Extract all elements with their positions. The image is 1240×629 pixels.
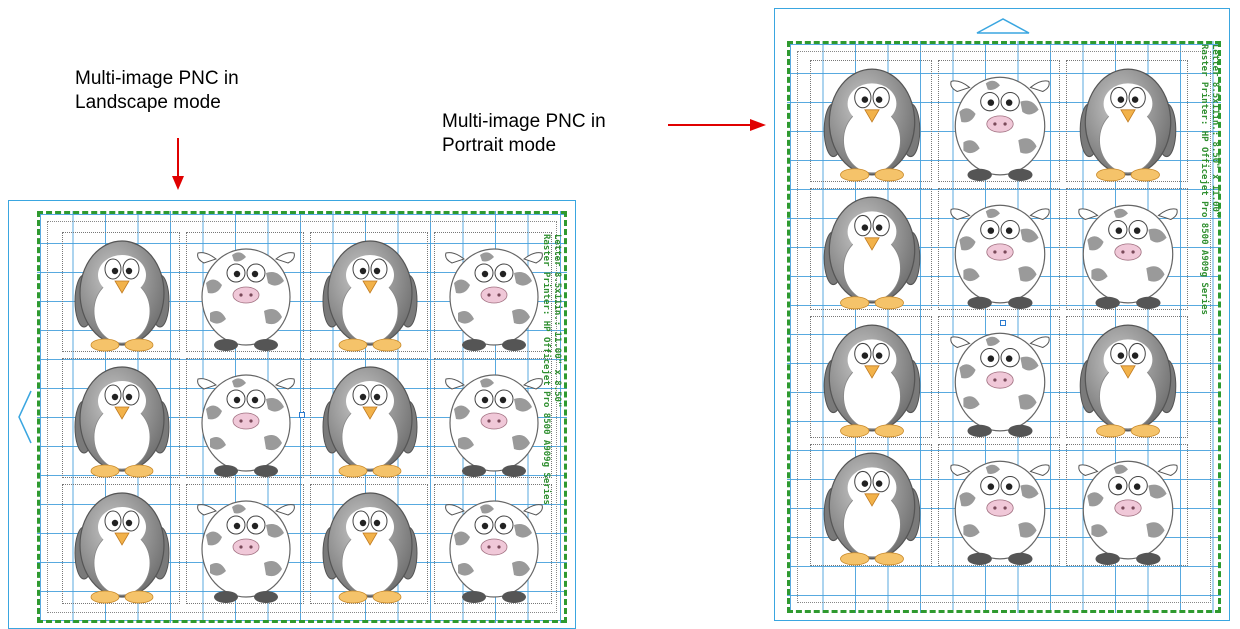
cow-image (950, 76, 1050, 182)
landscape-image-cell[interactable] (310, 358, 428, 478)
landscape-image-cell[interactable] (310, 232, 428, 352)
penguin-image (74, 240, 170, 352)
cow-image (444, 500, 544, 604)
penguin-image (322, 240, 418, 352)
portrait-image-cell[interactable] (938, 188, 1060, 310)
portrait-image-cell[interactable] (1066, 316, 1188, 438)
portrait-image-cell[interactable] (810, 316, 932, 438)
penguin-image (322, 492, 418, 604)
landscape-paper-info: Letter 8.5x11in.: 11.00" x 8.50" (552, 234, 562, 408)
penguin-image (74, 492, 170, 604)
landscape-image-cell[interactable] (186, 232, 304, 352)
portrait-image-cell[interactable] (1066, 188, 1188, 310)
cow-image (1078, 460, 1178, 566)
landscape-image-cell[interactable] (434, 232, 552, 352)
cow-image (196, 500, 296, 604)
penguin-image (823, 68, 921, 182)
landscape-print-area: Letter 8.5x11in.: 11.00" x 8.50" Raster … (37, 211, 567, 623)
triangle-up-icon[interactable] (975, 15, 1031, 35)
portrait-paper-info: Letter 8.5x11in.: 8.50" x 11.00" (1210, 44, 1220, 218)
portrait-center-handle[interactable] (1000, 320, 1006, 326)
right-arrow-icon (668, 119, 766, 131)
landscape-caption: Multi-image PNC in Landscape mode (75, 67, 239, 115)
landscape-caption-line1: Multi-image PNC in (75, 68, 239, 89)
portrait-side-info: Letter 8.5x11in.: 8.50" x 11.00" Raster … (1198, 44, 1220, 315)
penguin-image (322, 366, 418, 478)
portrait-image-cell[interactable] (810, 188, 932, 310)
portrait-print-area: Letter 8.5x11in.: 8.50" x 11.00" Raster … (787, 41, 1221, 613)
portrait-image-cell[interactable] (810, 444, 932, 566)
portrait-image-cell[interactable] (938, 60, 1060, 182)
landscape-image-cell[interactable] (62, 232, 180, 352)
penguin-image (823, 324, 921, 438)
portrait-caption: Multi-image PNC in Portrait mode (442, 110, 606, 158)
portrait-image-cell[interactable] (938, 444, 1060, 566)
portrait-printer-info: Raster Printer: HP Officejet Pro 8500 A9… (1199, 44, 1209, 315)
portrait-caption-line2: Portrait mode (442, 135, 557, 156)
penguin-image (1079, 68, 1177, 182)
cow-image (950, 332, 1050, 438)
landscape-printer-info: Raster Printer: HP Officejet Pro 8500 A9… (541, 234, 551, 505)
penguin-image (823, 196, 921, 310)
portrait-mat[interactable]: Letter 8.5x11in.: 8.50" x 11.00" Raster … (774, 8, 1230, 621)
landscape-image-cell[interactable] (434, 484, 552, 604)
landscape-image-cell[interactable] (186, 358, 304, 478)
penguin-image (74, 366, 170, 478)
portrait-caption-line1: Multi-image PNC in (442, 111, 606, 132)
portrait-image-cell[interactable] (810, 60, 932, 182)
portrait-image-cell[interactable] (1066, 444, 1188, 566)
cow-image (444, 374, 544, 478)
cow-image (1078, 204, 1178, 310)
cow-image (196, 248, 296, 352)
landscape-mat[interactable]: Letter 8.5x11in.: 11.00" x 8.50" Raster … (8, 200, 576, 629)
cow-image (950, 460, 1050, 566)
landscape-center-handle[interactable] (299, 412, 305, 418)
landscape-image-cell[interactable] (310, 484, 428, 604)
landscape-image-cell[interactable] (186, 484, 304, 604)
landscape-image-cell[interactable] (62, 358, 180, 478)
penguin-image (1079, 324, 1177, 438)
cow-image (196, 374, 296, 478)
landscape-caption-line2: Landscape mode (75, 92, 221, 113)
landscape-image-cell[interactable] (434, 358, 552, 478)
portrait-image-cell[interactable] (1066, 60, 1188, 182)
cow-image (950, 204, 1050, 310)
landscape-image-cell[interactable] (62, 484, 180, 604)
penguin-image (823, 452, 921, 566)
portrait-image-cell[interactable] (938, 316, 1060, 438)
triangle-left-icon[interactable] (17, 389, 33, 445)
cow-image (444, 248, 544, 352)
landscape-side-info: Letter 8.5x11in.: 11.00" x 8.50" Raster … (540, 234, 562, 505)
down-arrow-icon (172, 138, 184, 190)
